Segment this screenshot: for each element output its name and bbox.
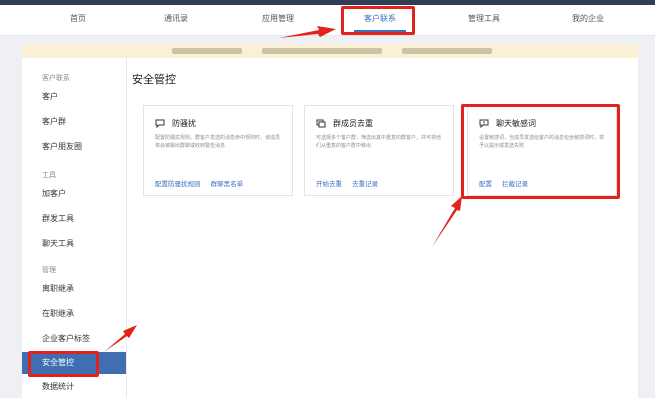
annotation-arrows <box>104 26 462 352</box>
arrow-to-card <box>432 196 462 247</box>
arrow-to-nav <box>279 26 336 38</box>
arrow-to-sidebar <box>104 325 137 352</box>
